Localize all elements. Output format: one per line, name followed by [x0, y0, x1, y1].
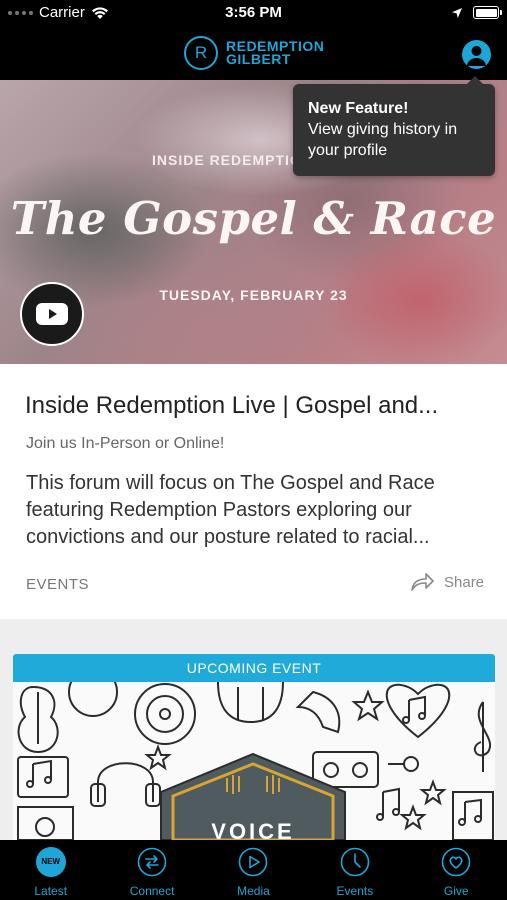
card-title: Inside Redemption Live | Gospel and...	[25, 392, 439, 419]
tab-events[interactable]: Events	[304, 840, 405, 900]
play-circle-icon	[239, 847, 268, 877]
app-screen: Carrier 3:56 PM R REDEMPTION GILBERT INS…	[0, 0, 507, 900]
voice-art-text: VOICE	[211, 819, 294, 840]
new-feature-tooltip[interactable]: New Feature! View giving history in your…	[293, 76, 495, 176]
app-header: R REDEMPTION GILBERT	[0, 28, 507, 80]
status-time: 3:56 PM	[225, 4, 282, 21]
status-bar: Carrier 3:56 PM	[0, 0, 507, 28]
logo-text: REDEMPTION GILBERT	[226, 39, 324, 67]
hero-eyebrow: INSIDE REDEMPTION	[152, 152, 313, 168]
music-doodle-art: VOICE	[13, 682, 495, 840]
heart-icon	[441, 847, 471, 877]
content-card[interactable]: Inside Redemption Live | Gospel and... J…	[0, 364, 507, 619]
tab-latest[interactable]: NEW Latest	[0, 840, 101, 900]
bottom-tab-bar: NEW Latest Connect Media Events Give	[0, 840, 507, 900]
youtube-icon	[36, 303, 68, 325]
share-icon	[411, 573, 434, 591]
tab-connect-label: Connect	[129, 884, 175, 898]
new-badge-icon: NEW	[35, 847, 66, 877]
church-logo: R REDEMPTION GILBERT	[184, 36, 324, 70]
profile-button[interactable]	[462, 40, 491, 69]
upcoming-event-card[interactable]: UPCOMING EVENT VOICE	[13, 654, 495, 840]
tab-media[interactable]: Media	[203, 840, 304, 900]
card-description: This forum will focus on The Gospel and …	[26, 472, 435, 548]
card-subtitle: Join us In-Person or Online!	[26, 435, 225, 452]
user-icon	[467, 46, 486, 66]
battery-icon	[473, 6, 502, 19]
status-right	[451, 6, 502, 19]
hero-title: The Gospel & Race	[10, 192, 497, 245]
upcoming-event-badge: UPCOMING EVENT	[13, 654, 495, 682]
logo-line-2: GILBERT	[226, 51, 291, 67]
share-button[interactable]: Share	[410, 572, 484, 592]
youtube-play-button[interactable]	[20, 282, 84, 346]
tab-media-label: Media	[237, 884, 270, 898]
share-label: Share	[444, 573, 485, 591]
tooltip-body: View giving history in your profile	[308, 121, 458, 159]
location-arrow-icon	[452, 7, 462, 18]
logo-mark: R	[184, 36, 218, 70]
tab-connect[interactable]: Connect	[101, 840, 202, 900]
card-category: EVENTS	[26, 576, 90, 593]
tab-events-label: Events	[336, 884, 374, 898]
connect-arrows-icon	[137, 847, 167, 877]
tooltip-title: New Feature!	[308, 100, 409, 117]
tab-latest-label: Latest	[34, 884, 68, 898]
tab-give-label: Give	[443, 884, 469, 898]
clock-icon	[340, 847, 370, 877]
tab-give[interactable]: Give	[406, 840, 507, 900]
